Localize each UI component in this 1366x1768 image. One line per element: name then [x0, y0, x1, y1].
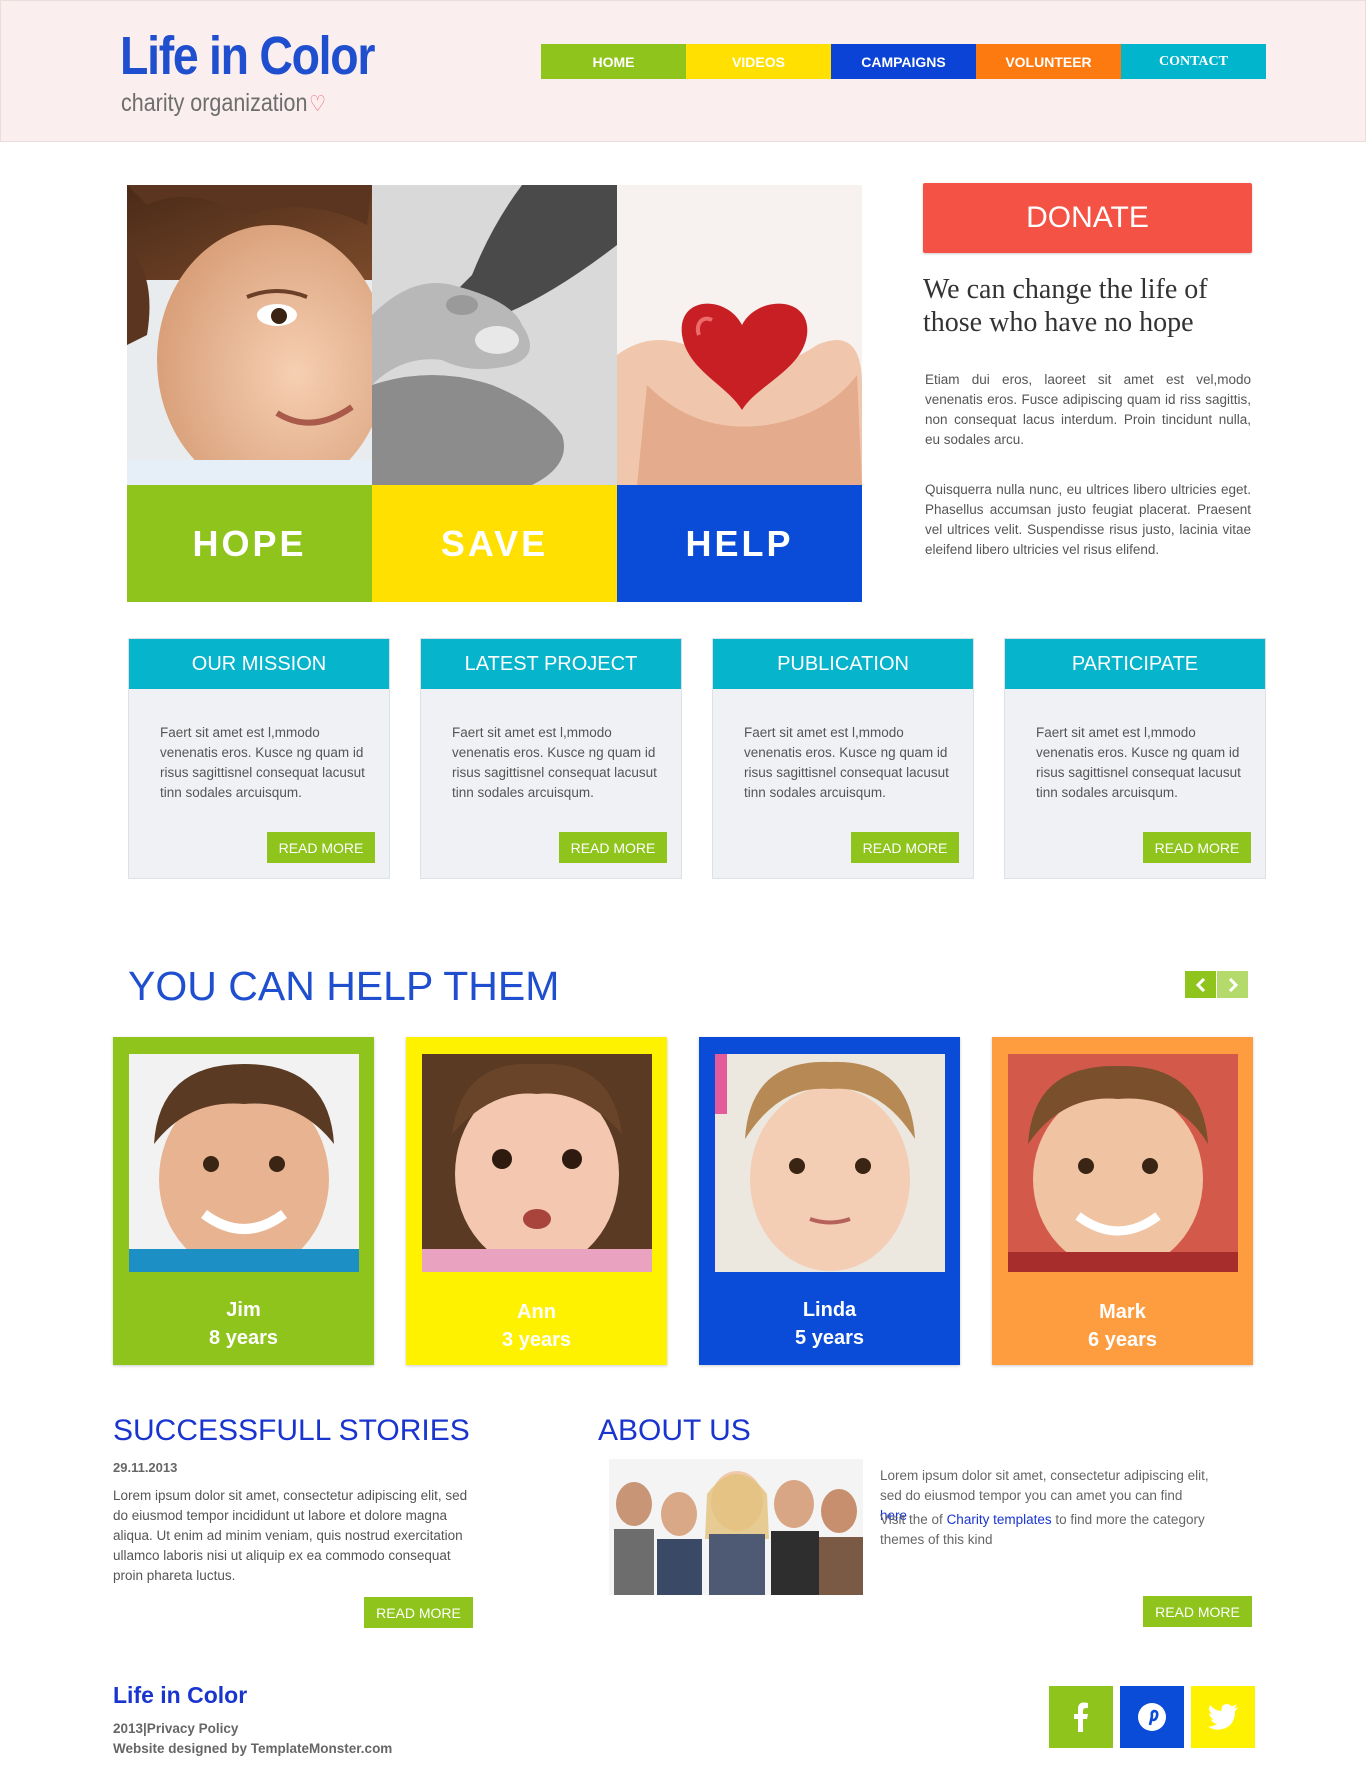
child-name: Linda: [802, 1299, 857, 1321]
hero-band-save[interactable]: SAVE: [372, 485, 617, 602]
carousel-prev-button[interactable]: [1185, 971, 1216, 998]
hero-column-help: HELP: [617, 185, 862, 602]
nav-campaigns[interactable]: CAMPAIGNS: [831, 44, 976, 79]
about-photo-group: [609, 1459, 863, 1595]
facebook-button[interactable]: [1049, 1686, 1113, 1748]
stories-read-more-button[interactable]: READ MORE: [364, 1597, 473, 1628]
hero-collage: HOPE SAVE HELP: [127, 185, 862, 602]
donate-paragraph-1: Etiam dui eros, laoreet sit amet est vel…: [925, 372, 1251, 447]
logo-subtitle-text: charity organization: [121, 89, 308, 117]
child-name: Mark: [1099, 1301, 1146, 1323]
twitter-icon: [1208, 1704, 1238, 1730]
read-more-button[interactable]: READ MORE: [851, 832, 959, 863]
child-name: Jim: [226, 1299, 261, 1321]
carousel-next-button[interactable]: [1217, 971, 1248, 998]
info-box-title: PUBLICATION: [713, 639, 973, 689]
charity-templates-link[interactable]: Charity templates: [947, 1512, 1052, 1527]
child-card-jim[interactable]: Jim 8 years: [113, 1037, 374, 1365]
child-photo-linda: [715, 1054, 945, 1272]
twitter-button[interactable]: [1191, 1686, 1255, 1748]
child-name: Ann: [517, 1301, 556, 1323]
info-box-text: Faert sit amet est l,mmodo venenatis ero…: [160, 725, 365, 800]
pinterest-button[interactable]: [1120, 1686, 1184, 1748]
donate-heading: We can change the life of those who have…: [923, 274, 1208, 338]
info-box-latest-project: LATEST PROJECT Faert sit amet est l,mmod…: [420, 638, 682, 879]
hero-column-hope: HOPE: [127, 185, 372, 602]
nav-videos[interactable]: VIDEOS: [686, 44, 831, 79]
footer-copyright[interactable]: 2013|Privacy Policy: [113, 1721, 238, 1736]
nav-contact[interactable]: CONTACT: [1121, 44, 1266, 79]
chevron-right-icon: [1228, 977, 1238, 992]
child-card-linda[interactable]: Linda 5 years: [699, 1037, 960, 1365]
info-box-title: OUR MISSION: [129, 639, 389, 689]
site-header: Life in Color charity organization♡ HOME…: [0, 0, 1366, 142]
chevron-left-icon: [1195, 977, 1205, 992]
read-more-button[interactable]: READ MORE: [1143, 832, 1251, 863]
footer-credit[interactable]: Website designed by TemplateMonster.com: [113, 1741, 392, 1756]
donate-button[interactable]: DONATE: [923, 183, 1252, 253]
child-photo-jim: [129, 1054, 359, 1272]
read-more-button[interactable]: READ MORE: [267, 832, 375, 863]
story-date: 29.11.2013: [113, 1460, 178, 1475]
main-nav: HOME VIDEOS CAMPAIGNS VOLUNTEER CONTACT: [541, 44, 1266, 79]
nav-home[interactable]: HOME: [541, 44, 686, 79]
heart-icon: ♡: [309, 91, 327, 116]
child-age: 5 years: [795, 1327, 864, 1349]
read-more-button[interactable]: READ MORE: [559, 832, 667, 863]
child-age: 6 years: [1088, 1329, 1157, 1351]
hero-photo-heart: [617, 185, 862, 485]
about-read-more-button[interactable]: READ MORE: [1143, 1596, 1252, 1627]
child-photo-mark: [1008, 1054, 1238, 1272]
stories-title: SUCCESSFULL STORIES: [113, 1414, 470, 1447]
child-card-mark[interactable]: Mark 6 years: [992, 1037, 1253, 1365]
hero-band-hope[interactable]: HOPE: [127, 485, 372, 602]
logo-subtitle: charity organization♡: [121, 89, 326, 118]
about-text-2: Visit the of Charity templates to find m…: [880, 1510, 1210, 1550]
info-box-text: Faert sit amet est l,mmodo venenatis ero…: [744, 725, 949, 800]
info-box-text: Faert sit amet est l,mmodo venenatis ero…: [1036, 725, 1241, 800]
logo-title[interactable]: Life in Color: [120, 25, 375, 87]
story-text: Lorem ipsum dolor sit amet, consectetur …: [113, 1488, 468, 1583]
info-box-participate: PARTICIPATE Faert sit amet est l,mmodo v…: [1004, 638, 1266, 879]
child-card-ann[interactable]: Ann 3 years: [406, 1037, 667, 1365]
info-box-mission: OUR MISSION Faert sit amet est l,mmodo v…: [128, 638, 390, 879]
footer-title[interactable]: Life in Color: [113, 1682, 247, 1709]
child-photo-ann: [422, 1054, 652, 1272]
donate-paragraph-2: Quisquerra nulla nunc, eu ultrices liber…: [925, 482, 1251, 557]
child-age: 8 years: [209, 1327, 278, 1349]
child-age: 3 years: [502, 1329, 571, 1351]
hero-band-help[interactable]: HELP: [617, 485, 862, 602]
help-section-title: YOU CAN HELP THEM: [128, 963, 560, 1009]
facebook-icon: [1074, 1702, 1088, 1732]
about-text-2-start: Visit the of: [880, 1512, 943, 1527]
pinterest-icon: [1138, 1703, 1166, 1731]
about-text-1-body: Lorem ipsum dolor sit amet, consectetur …: [880, 1468, 1209, 1503]
about-title: ABOUT US: [598, 1414, 751, 1447]
info-box-publication: PUBLICATION Faert sit amet est l,mmodo v…: [712, 638, 974, 879]
info-box-text: Faert sit amet est l,mmodo venenatis ero…: [452, 725, 657, 800]
info-box-title: LATEST PROJECT: [421, 639, 681, 689]
hero-photo-hands: [372, 185, 617, 485]
hero-photo-child: [127, 185, 372, 485]
info-box-title: PARTICIPATE: [1005, 639, 1265, 689]
hero-column-save: SAVE: [372, 185, 617, 602]
nav-volunteer[interactable]: VOLUNTEER: [976, 44, 1121, 79]
